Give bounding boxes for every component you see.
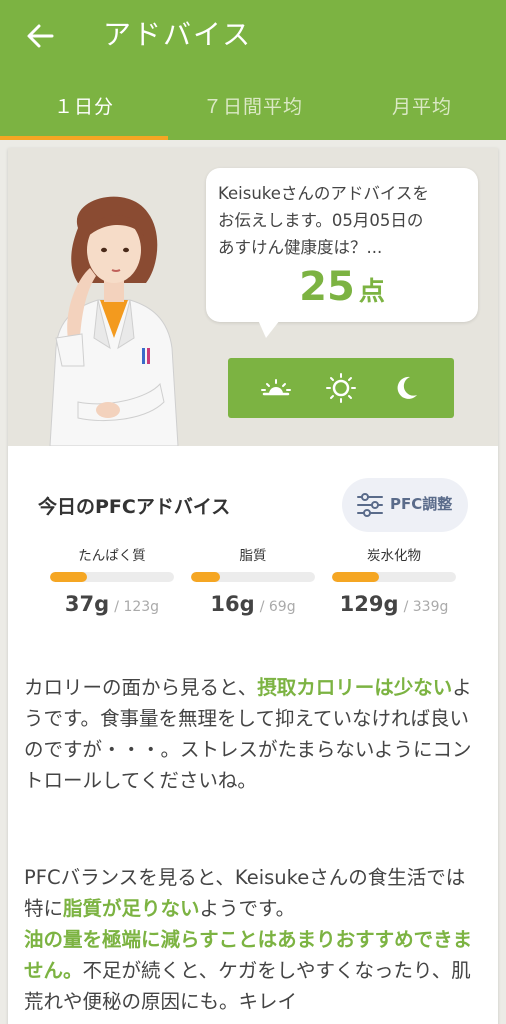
advice-text: ようです。 [199,897,296,920]
doctor-illustration [49,196,179,446]
nutrient-amount: 129g / 339g [332,592,456,616]
advice-speech-bubble: Keisukeさんのアドバイスを お伝えします。05月05日の あすけん健康度は… [206,168,478,338]
sliders-icon [357,493,383,517]
pfc-balance-paragraph: PFCバランスを見ると、Keisukeさんの食生活では特に脂質が足りないようです… [24,862,484,1017]
nutrient-progress-fill [332,572,380,582]
tab-monthly-average[interactable]: 月平均 [338,84,506,140]
calorie-advice-paragraph: カロリーの面から見ると、摂取カロリーは少ないようです。食事量を無理をして抑えてい… [24,672,484,796]
advice-highlight: 脂質が足りない [63,897,200,920]
sunrise-icon[interactable] [259,372,293,404]
nutrient-target: / 339g [403,599,449,615]
back-arrow-icon[interactable] [26,22,54,50]
advice-message: Keisukeさんのアドバイスを お伝えします。05月05日の あすけん健康度は… [218,184,429,257]
nutrient-target: / 123g [114,599,160,615]
nutrient-name: たんぱく質 [78,548,146,564]
nutrient-progress-fill [50,572,88,582]
meal-time-selector [228,358,454,418]
pfc-advice-title: 今日のPFCアドバイス [38,496,231,518]
tab-1day[interactable]: １日分 [0,84,168,140]
nutrient-progress-bar [50,572,174,582]
health-score: 25 点 [206,264,478,310]
nutrient-progress-fill [191,572,220,582]
health-score-unit: 点 [358,277,385,307]
advice-highlight: 摂取カロリーは少ない [257,676,453,699]
advice-text: 不足が続くと、ケガをしやすくなったり、肌荒れや便秘の原因にも。キレイ [24,959,471,1013]
nutrient-carbohydrate: 炭水化物 129g / 339g [332,546,456,616]
tab-7day-average[interactable]: ７日間平均 [169,84,337,140]
sun-icon[interactable] [324,372,358,404]
nutrient-value: 37g [64,592,110,616]
advice-hero: Keisukeさんのアドバイスを お伝えします。05月05日の あすけん健康度は… [8,148,498,446]
moon-icon[interactable] [390,372,424,404]
nutrient-progress-bar [191,572,315,582]
nutrient-value: 129g [339,592,399,616]
nutrient-amount: 16g / 69g [191,592,315,616]
health-score-value: 25 [299,264,355,310]
advice-text: カロリーの面から見ると、 [24,676,258,699]
nutrient-progress-bar [332,572,456,582]
page-title: アドバイス [103,18,253,51]
tab-bar: １日分 ７日間平均 月平均 [0,84,506,140]
pfc-adjust-button[interactable]: PFC調整 [342,478,468,532]
advice-card: Keisukeさんのアドバイスを お伝えします。05月05日の あすけん健康度は… [8,148,498,1024]
pfc-adjust-label: PFC調整 [390,495,453,513]
nutrient-target: / 69g [259,599,296,615]
nutrient-fat: 脂質 16g / 69g [191,546,315,616]
nutrient-value: 16g [210,592,255,616]
nutrient-name: 炭水化物 [367,548,421,564]
nutrient-protein: たんぱく質 37g / 123g [50,546,174,616]
nutrient-amount: 37g / 123g [50,592,174,616]
nutrient-name: 脂質 [239,548,267,564]
app-bar: アドバイス １日分 ７日間平均 月平均 [0,0,506,140]
